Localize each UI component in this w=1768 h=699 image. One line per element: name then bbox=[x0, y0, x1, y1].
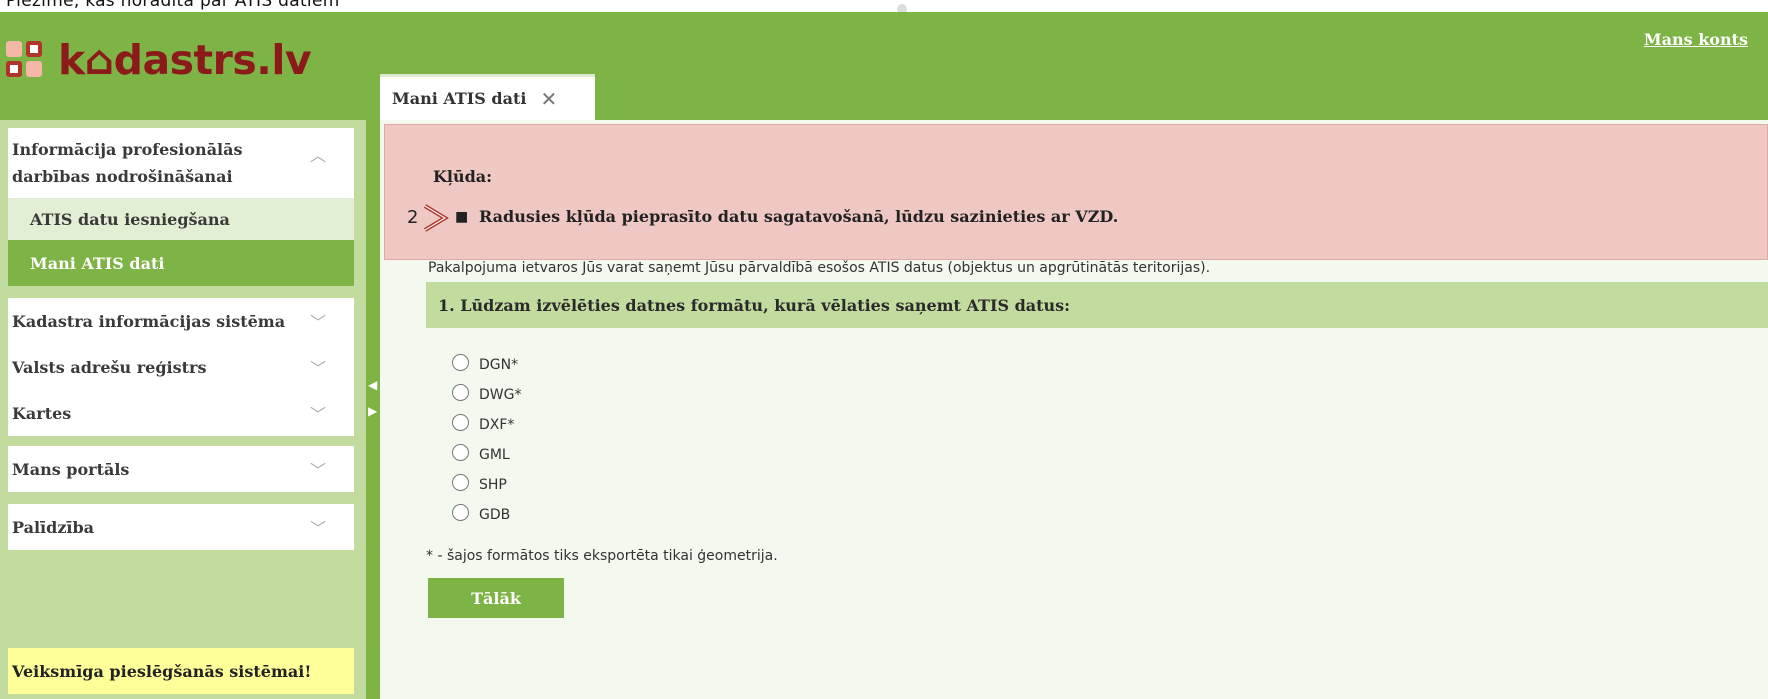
radio-button[interactable] bbox=[452, 443, 469, 461]
login-success-notice: Veiksmīga pieslēgšanās sistēmai! bbox=[8, 648, 354, 694]
chevron-down-icon: ﹀ bbox=[309, 405, 326, 424]
sidebar-item-label: Palīdzība bbox=[12, 517, 95, 537]
chevron-up-icon: ︿ bbox=[309, 146, 326, 165]
format-label: DGN* bbox=[479, 357, 519, 373]
top-strip: Piezīme, kas norādīta par ATIS datiem bbox=[0, 0, 1768, 16]
format-option-gml[interactable]: GML bbox=[452, 437, 521, 467]
format-option-dwg[interactable]: DWG* bbox=[452, 377, 521, 407]
format-label: GDB bbox=[479, 507, 511, 523]
radio-button[interactable] bbox=[452, 503, 469, 521]
error-number: 2 bbox=[407, 207, 419, 228]
sidebar-item-label: ATIS datu iesniegšana bbox=[30, 209, 230, 229]
chevron-down-icon: ﹀ bbox=[309, 461, 326, 480]
sidebar: Informācija profesionālās darbības nodro… bbox=[0, 120, 366, 699]
sidebar-item-kartes[interactable]: Kartes ﹀ bbox=[8, 390, 354, 436]
top-text: Piezīme, kas norādīta par ATIS datiem bbox=[6, 0, 340, 11]
radio-button[interactable] bbox=[452, 473, 469, 491]
logo[interactable]: k⌂dastrs.lv bbox=[6, 36, 312, 84]
sidebar-item-label: Mani ATIS dati bbox=[30, 253, 165, 273]
format-label: SHP bbox=[479, 477, 507, 493]
intro-text: Pakalpojuma ietvaros Jūs varat saņemt Jū… bbox=[428, 260, 1211, 276]
chevron-down-icon: ﹀ bbox=[309, 359, 326, 378]
chevron-right-icon bbox=[423, 204, 449, 232]
format-label: DXF* bbox=[479, 417, 515, 433]
sidebar-item-palidziba[interactable]: Palīdzība ﹀ bbox=[8, 504, 354, 550]
format-note: * - šajos formātos tiks eksportēta tikai… bbox=[426, 548, 778, 564]
tab-label: Mani ATIS dati bbox=[392, 89, 527, 108]
sidebar-item-adresu-registrs[interactable]: Valsts adrešu reģistrs ﹀ bbox=[8, 344, 354, 390]
format-option-dxf[interactable]: DXF* bbox=[452, 407, 521, 437]
step-heading: 1. Lūdzam izvēlēties datnes formātu, kur… bbox=[426, 282, 1768, 328]
sidebar-item-label: Mans portāls bbox=[12, 459, 130, 479]
format-option-shp[interactable]: SHP bbox=[452, 467, 521, 497]
collapse-left-icon[interactable]: ◀ bbox=[368, 378, 377, 392]
main-content: Kļūda: 2 ■ Radusies kļūda pieprasīto dat… bbox=[380, 120, 1768, 699]
format-label: DWG* bbox=[479, 387, 522, 403]
sidebar-section-header[interactable]: Informācija profesionālās darbības nodro… bbox=[8, 128, 354, 198]
expand-right-icon[interactable]: ▶ bbox=[368, 404, 377, 418]
sidebar-item-label: Kadastra informācijas sistēma bbox=[12, 311, 286, 331]
format-option-gdb[interactable]: GDB bbox=[452, 497, 521, 527]
format-option-dgn[interactable]: DGN* bbox=[452, 347, 521, 377]
header: k⌂dastrs.lv Mans konts bbox=[0, 12, 1768, 120]
sidebar-section-title: Informācija profesionālās darbības nodro… bbox=[12, 140, 243, 186]
chevron-down-icon: ﹀ bbox=[309, 519, 326, 538]
error-box: Kļūda: 2 ■ Radusies kļūda pieprasīto dat… bbox=[384, 124, 1768, 260]
radio-button[interactable] bbox=[452, 353, 469, 371]
error-message: Radusies kļūda pieprasīto datu sagatavoš… bbox=[479, 207, 1119, 226]
account-link[interactable]: Mans konts bbox=[1644, 30, 1748, 49]
sidebar-item-kadastra[interactable]: Kadastra informācijas sistēma ﹀ bbox=[8, 298, 354, 344]
bullet-icon: ■ bbox=[455, 209, 469, 225]
next-button[interactable]: Tālāk bbox=[428, 578, 564, 618]
chevron-down-icon: ﹀ bbox=[309, 313, 326, 332]
sidebar-toggle[interactable]: ◀ ▶ bbox=[366, 132, 380, 699]
close-icon[interactable]: ✕ bbox=[540, 89, 557, 109]
sidebar-item-label: Valsts adrešu reģistrs bbox=[12, 357, 207, 377]
error-title: Kļūda: bbox=[433, 167, 493, 186]
sidebar-item-mans-portals[interactable]: Mans portāls ﹀ bbox=[8, 446, 354, 492]
tab-mani-atis-dati[interactable]: Mani ATIS dati ✕ bbox=[380, 74, 595, 120]
sidebar-item-atis-datu-iesniegsana[interactable]: ATIS datu iesniegšana bbox=[8, 198, 354, 240]
logo-icon bbox=[6, 41, 44, 79]
radio-button[interactable] bbox=[452, 383, 469, 401]
logo-text: k⌂dastrs.lv bbox=[58, 36, 312, 84]
sidebar-item-label: Kartes bbox=[12, 403, 72, 423]
format-options: DGN* DWG* DXF* GML SHP GDB bbox=[452, 347, 521, 527]
radio-button[interactable] bbox=[452, 413, 469, 431]
sidebar-item-mani-atis-dati[interactable]: Mani ATIS dati bbox=[8, 240, 354, 286]
format-label: GML bbox=[479, 447, 510, 463]
